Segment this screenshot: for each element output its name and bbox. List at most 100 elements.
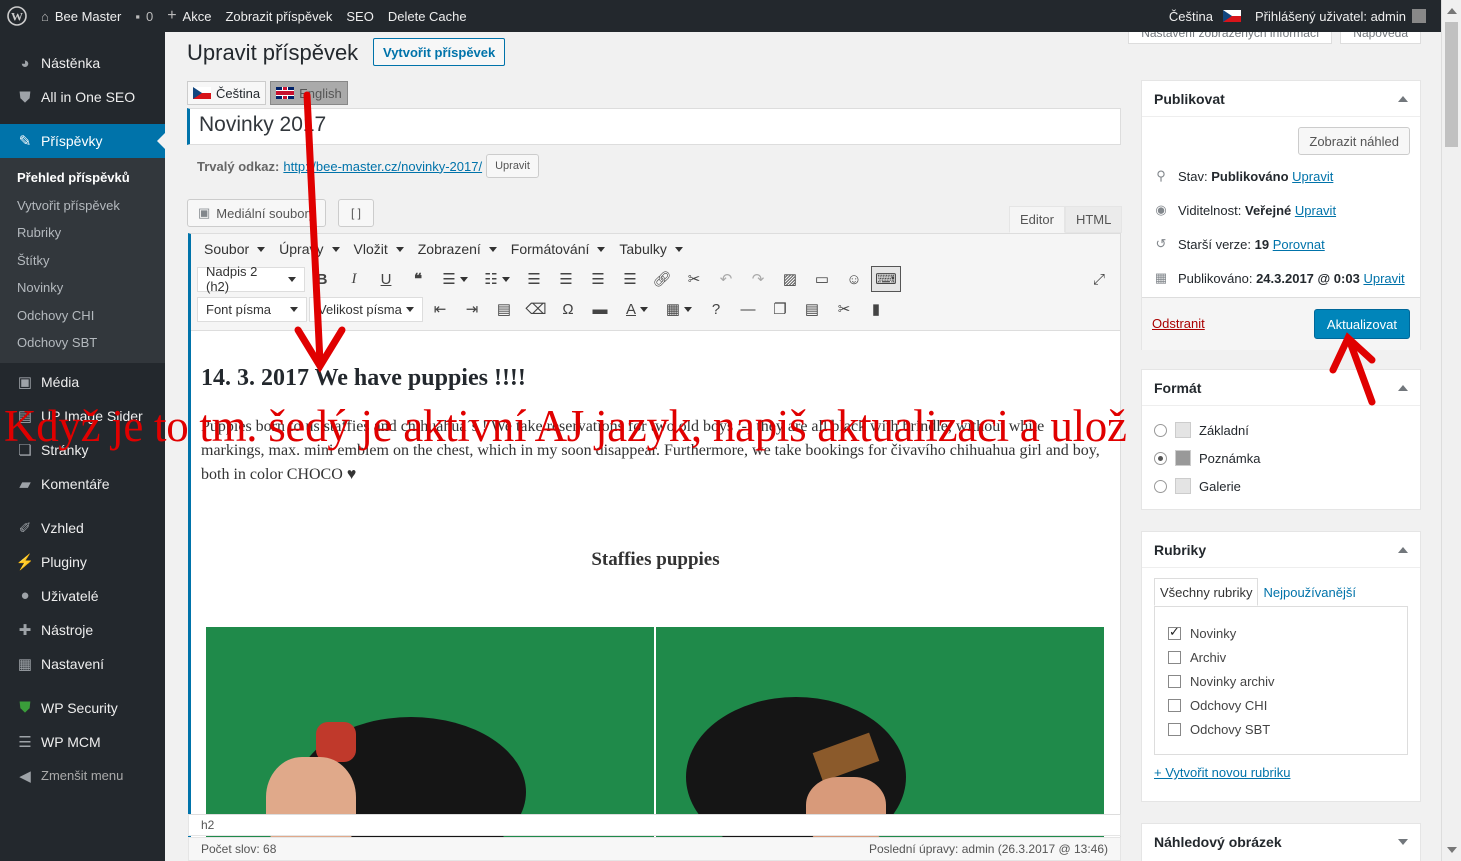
edit-date-link[interactable]: Upravit — [1363, 271, 1404, 286]
collapse-triangle-icon[interactable] — [1398, 95, 1408, 102]
sidebar-item-media[interactable]: ▣ Média — [0, 365, 165, 399]
user-account-link[interactable]: Přihlášený uživatel: admin — [1248, 0, 1433, 32]
justify-icon[interactable]: ☰ — [615, 266, 645, 292]
menu-view[interactable]: Zobrazení — [413, 241, 502, 257]
preview-button[interactable]: Zobrazit náhled — [1298, 127, 1410, 155]
tab-czech[interactable]: Čeština — [187, 81, 267, 105]
tab-most-used[interactable]: Nejpoužívanější — [1258, 578, 1361, 606]
undo-icon[interactable]: ↶ — [711, 266, 741, 292]
new-content-link[interactable]: + Akce — [160, 0, 218, 32]
shortcode-bracket-button[interactable]: [ ] — [338, 199, 374, 227]
menu-format[interactable]: Formátování — [506, 241, 611, 257]
emoticon-icon[interactable]: ☺ — [839, 266, 869, 292]
category-checkbox[interactable] — [1168, 722, 1181, 736]
help-icon[interactable]: ? — [701, 296, 731, 322]
document-icon[interactable]: ▮ — [861, 296, 891, 322]
delete-link[interactable]: Odstranit — [1152, 316, 1205, 331]
copy-icon[interactable]: ❐ — [765, 296, 795, 322]
paste-icon[interactable]: ▤ — [797, 296, 827, 322]
format-option-standard[interactable]: Základní — [1142, 416, 1420, 444]
special-char-icon[interactable]: Ω — [553, 296, 583, 322]
table-icon[interactable]: ▦ — [659, 296, 699, 322]
sidebar-item-dashboard[interactable]: ◕ Nástěnka — [0, 46, 165, 80]
scrollbar-thumb[interactable] — [1445, 22, 1458, 147]
blockquote-icon[interactable]: ❝ — [403, 266, 433, 292]
category-checkbox[interactable] — [1168, 674, 1181, 688]
format-box-header[interactable]: Formát — [1142, 370, 1420, 406]
update-button[interactable]: Aktualizovat — [1313, 309, 1410, 339]
underline-icon[interactable]: U — [371, 266, 401, 292]
delete-cache-link[interactable]: Delete Cache — [381, 0, 474, 32]
category-item[interactable]: Odchovy SBT — [1155, 717, 1407, 741]
sidebar-item-plugins[interactable]: ⚡ Pluginy — [0, 545, 165, 579]
language-switcher[interactable]: Čeština — [1162, 0, 1248, 32]
submenu-all-posts[interactable]: Přehled příspěvků — [0, 164, 165, 192]
help-tab[interactable]: Nápověda — [1340, 32, 1421, 44]
submenu-tags[interactable]: Štítky — [0, 247, 165, 275]
collapse-triangle-icon[interactable] — [1398, 384, 1408, 391]
tab-all-categories[interactable]: Všechny rubriky — [1154, 578, 1259, 606]
site-name-link[interactable]: ⌂ Bee Master — [34, 0, 128, 32]
category-item[interactable]: Odchovy CHI — [1155, 693, 1407, 717]
seo-link[interactable]: SEO — [339, 0, 380, 32]
category-item[interactable]: Archiv — [1155, 645, 1407, 669]
tab-visual-editor[interactable]: Editor — [1009, 206, 1065, 233]
wordpress-logo-icon[interactable]: W — [0, 0, 34, 32]
link-icon[interactable]: 🔗︎ — [647, 266, 677, 292]
numbered-list-icon[interactable]: ☷ — [477, 266, 517, 292]
outdent-icon[interactable]: ⇤ — [425, 296, 455, 322]
compare-revisions-link[interactable]: Porovnat — [1273, 237, 1325, 252]
sidebar-item-all-in-one-seo[interactable]: ⛊ All in One SEO — [0, 80, 165, 114]
permalink-url-link[interactable]: http://bee-master.cz/novinky-2017/ — [283, 159, 482, 174]
permalink-edit-button[interactable]: Upravit — [486, 154, 539, 178]
submenu-categories[interactable]: Rubriky — [0, 219, 165, 247]
scroll-up-arrow-icon[interactable] — [1447, 8, 1457, 14]
sidebar-item-wp-mcm[interactable]: ☰ WP MCM — [0, 725, 165, 759]
submenu-add-new[interactable]: Vytvořit příspěvek — [0, 192, 165, 220]
format-option-gallery[interactable]: Galerie — [1142, 472, 1420, 500]
bold-icon[interactable]: B — [307, 266, 337, 292]
collapse-triangle-icon[interactable] — [1398, 546, 1408, 553]
redo-icon[interactable]: ↷ — [743, 266, 773, 292]
screen-options-tab[interactable]: Nastavení zobrazených informací — [1128, 32, 1333, 44]
italic-icon[interactable]: I — [339, 266, 369, 292]
sidebar-item-comments[interactable]: ▰ Komentáře — [0, 467, 165, 501]
view-post-link[interactable]: Zobrazit příspěvek — [218, 0, 339, 32]
toolbar-toggle-icon[interactable]: ⌨ — [871, 266, 901, 292]
categories-box-header[interactable]: Rubriky — [1142, 532, 1420, 568]
featured-image-header[interactable]: Náhledový obrázek — [1142, 824, 1420, 860]
format-option-aside[interactable]: Poznámka — [1142, 444, 1420, 472]
font-size-select[interactable]: Velikost písma — [309, 296, 423, 322]
image-icon[interactable]: ▨ — [775, 266, 805, 292]
add-media-button[interactable]: ▣ Mediální soubory — [187, 199, 327, 227]
tab-html-editor[interactable]: HTML — [1064, 206, 1123, 233]
align-right-icon[interactable]: ☰ — [583, 266, 613, 292]
submenu-novinky[interactable]: Novinky — [0, 274, 165, 302]
comments-link[interactable]: ▪ 0 — [128, 0, 160, 32]
category-item[interactable]: Novinky — [1155, 621, 1407, 645]
align-center-icon[interactable]: ☰ — [551, 266, 581, 292]
publish-box-header[interactable]: Publikovat — [1142, 81, 1420, 117]
text-color-icon[interactable]: A — [617, 296, 657, 322]
post-title-input[interactable]: Novinky 2017 — [187, 108, 1121, 145]
video-icon[interactable]: ▭ — [807, 266, 837, 292]
category-item[interactable]: Novinky archiv — [1155, 669, 1407, 693]
submenu-odchovy-sbt[interactable]: Odchovy SBT — [0, 329, 165, 357]
add-new-category-link[interactable]: + Vytvořit novou rubriku — [1154, 765, 1290, 780]
menu-tables[interactable]: Tabulky — [614, 241, 687, 257]
category-checkbox[interactable] — [1168, 650, 1181, 664]
indent-icon[interactable]: ⇥ — [457, 296, 487, 322]
category-checkbox[interactable] — [1168, 698, 1181, 712]
sidebar-item-tools[interactable]: ✚ Nástroje — [0, 613, 165, 647]
category-checkbox[interactable] — [1168, 624, 1181, 640]
sidebar-item-users[interactable]: ● Uživatelé — [0, 579, 165, 613]
bullet-list-icon[interactable]: ☰ — [435, 266, 475, 292]
add-new-post-button[interactable]: Vytvořit příspěvek — [373, 38, 506, 66]
tab-english[interactable]: English — [270, 81, 348, 105]
fullscreen-icon[interactable]: ⤢ — [1084, 266, 1114, 292]
menu-file[interactable]: Soubor — [199, 241, 270, 257]
page-scrollbar[interactable] — [1441, 0, 1461, 861]
align-left-icon[interactable]: ☰ — [519, 266, 549, 292]
menu-edit[interactable]: Úpravy — [274, 241, 344, 257]
font-family-select[interactable]: Font písma — [197, 296, 307, 322]
